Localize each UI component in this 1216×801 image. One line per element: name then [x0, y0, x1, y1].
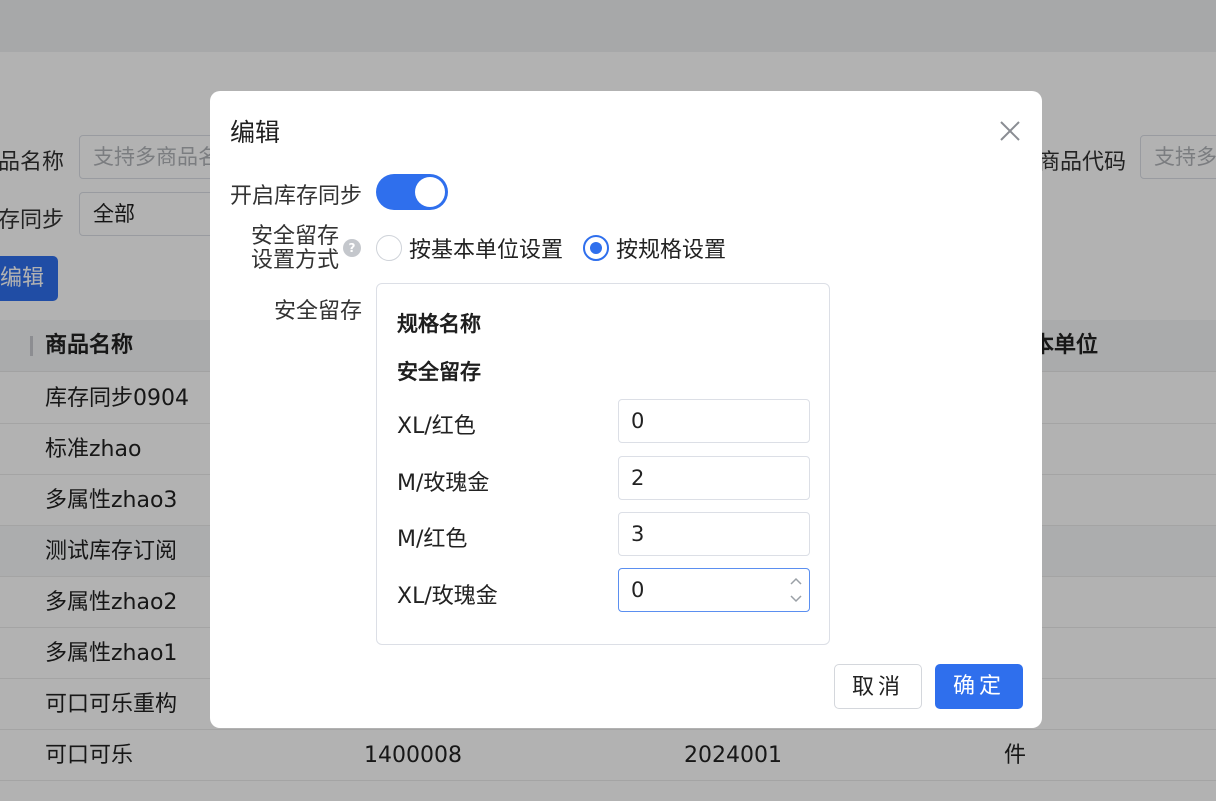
- spec-name-header: 规格名称: [397, 312, 481, 336]
- spec-stock-input[interactable]: 0: [618, 399, 810, 443]
- spec-stock-header: 安全留存: [397, 360, 481, 384]
- mode-label-line2: 设置方式: [251, 248, 340, 273]
- help-icon[interactable]: ?: [343, 239, 361, 257]
- safety-stock-label: 安全留存: [274, 299, 363, 324]
- spec-name: M/玫瑰金: [397, 471, 490, 496]
- toggle-knob: [415, 177, 445, 207]
- close-icon[interactable]: [996, 117, 1024, 145]
- spec-name: XL/红色: [397, 414, 476, 439]
- sync-label: 开启库存同步: [230, 184, 363, 209]
- radio-circle-spec: [583, 235, 609, 261]
- spec-stock-input[interactable]: 2: [618, 456, 810, 500]
- spec-table: 规格名称 安全留存 XL/红色 0 M/玫瑰金 2 M/红色 3 XL/玫瑰金 …: [376, 283, 830, 645]
- radio-label-spec: 按规格设置: [616, 238, 727, 263]
- edit-dialog: 编辑 开启库存同步 安全留存 设置方式 ? 按基本单位设置 按规格设置 安全留存…: [210, 91, 1042, 728]
- stepper-icon[interactable]: [789, 574, 803, 606]
- spec-stock-input-focused[interactable]: 0: [618, 568, 810, 612]
- spec-stock-value: 0: [631, 578, 645, 602]
- radio-basic-unit[interactable]: 按基本单位设置: [376, 234, 564, 263]
- mode-label-line1: 安全留存: [251, 224, 340, 249]
- radio-label-basic: 按基本单位设置: [409, 238, 564, 263]
- radio-by-spec[interactable]: 按规格设置: [583, 234, 727, 263]
- radio-circle-basic: [376, 235, 402, 261]
- cancel-button[interactable]: 取消: [834, 664, 922, 709]
- dialog-title: 编辑: [230, 118, 281, 147]
- spec-stock-input[interactable]: 3: [618, 512, 810, 556]
- mode-label: 安全留存 设置方式: [251, 225, 339, 273]
- sync-toggle[interactable]: [376, 174, 448, 210]
- spec-name: XL/玫瑰金: [397, 584, 498, 609]
- spec-name: M/红色: [397, 527, 468, 552]
- confirm-button[interactable]: 确定: [935, 664, 1023, 709]
